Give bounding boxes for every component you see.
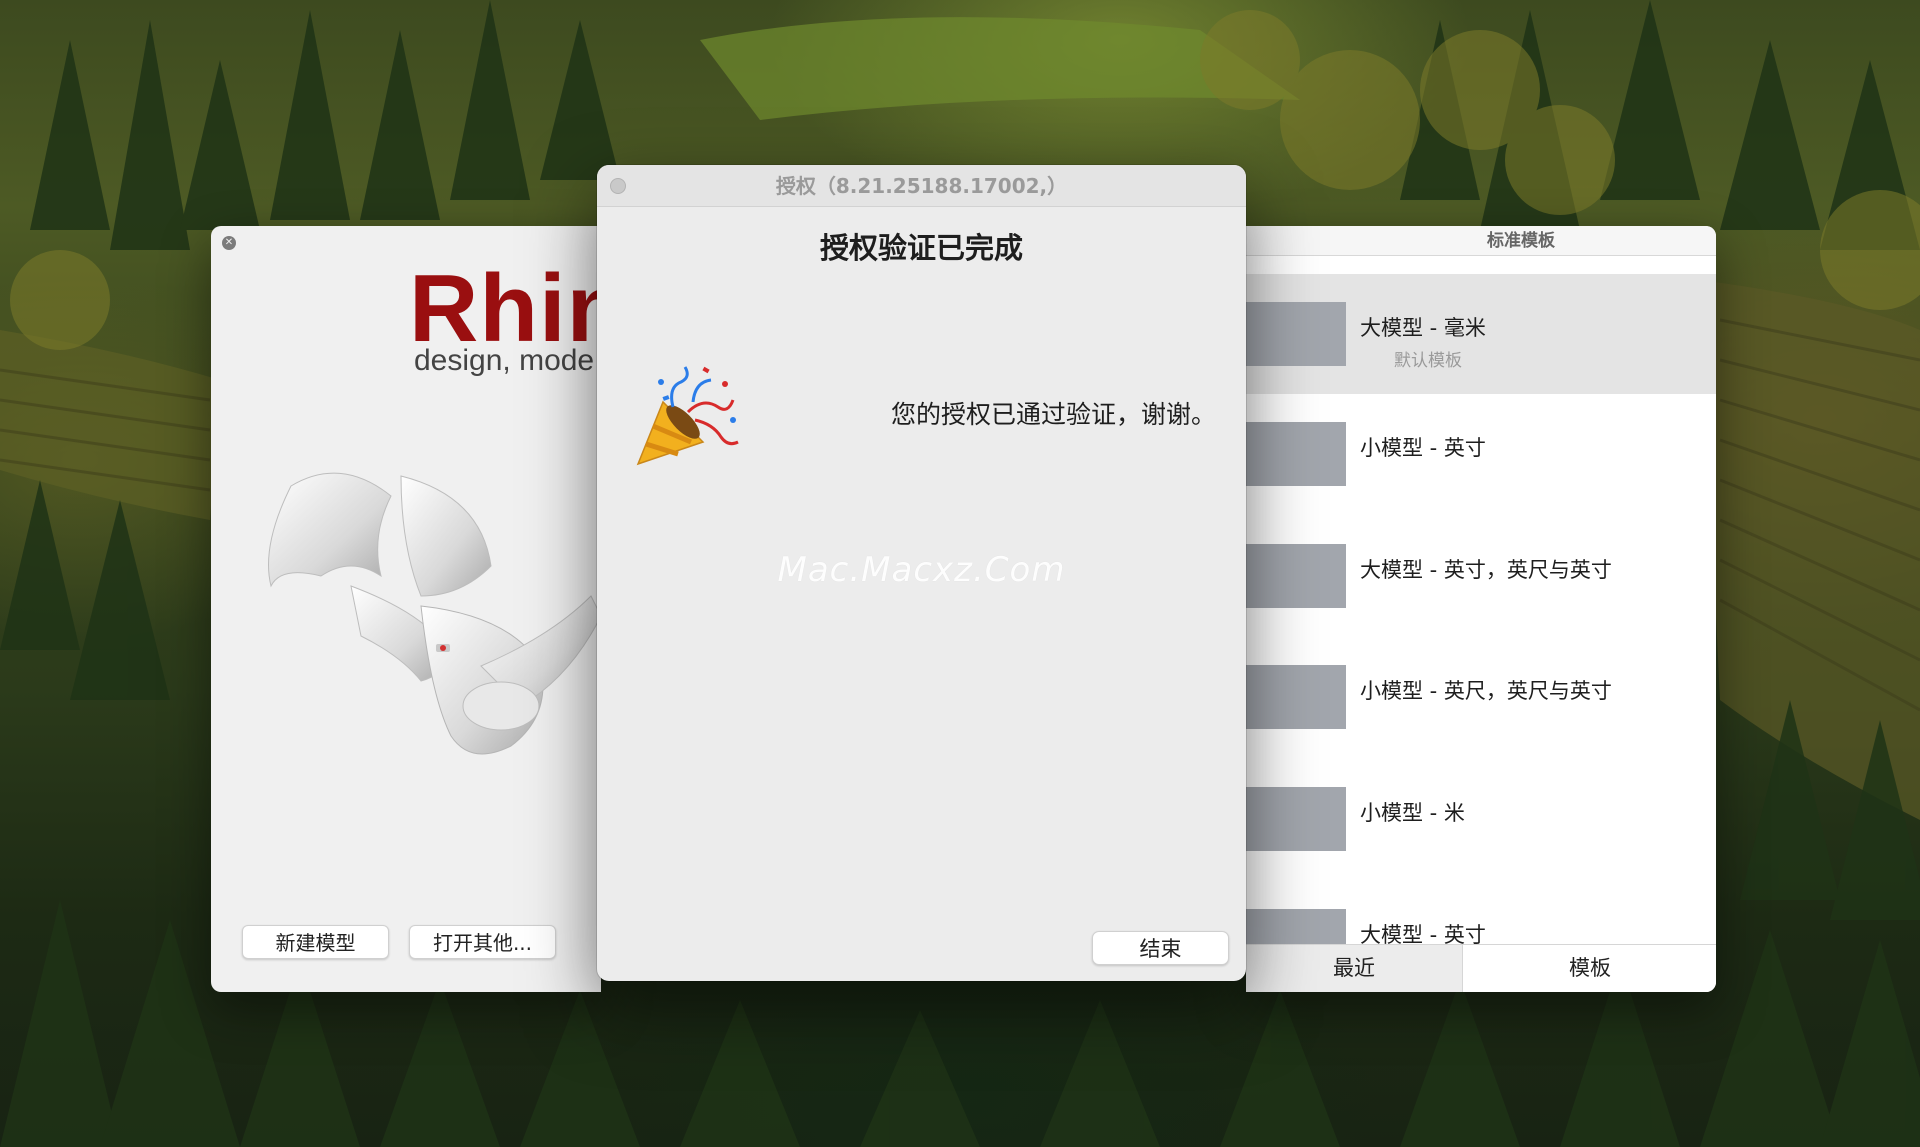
new-model-button[interactable]: 新建模型 xyxy=(242,925,389,959)
template-name: 大模型 - 毫米 xyxy=(1360,316,1486,340)
watermark-text: Mac.Macxz.Com xyxy=(777,550,1066,590)
open-other-button[interactable]: 打开其他... xyxy=(409,925,556,959)
template-name: 大模型 - 英寸，英尺与英寸 xyxy=(1360,558,1612,582)
template-item[interactable]: 大模型 - 英寸，英尺与英寸 xyxy=(1246,516,1716,636)
finish-button[interactable]: 结束 xyxy=(1092,931,1229,965)
template-thumbnail xyxy=(1246,422,1346,486)
template-thumbnail xyxy=(1246,302,1346,366)
template-name: 小模型 - 英尺，英尺与英寸 xyxy=(1360,679,1612,703)
template-item[interactable]: 小模型 - 英寸 xyxy=(1246,394,1716,514)
template-thumbnail xyxy=(1246,665,1346,729)
template-item[interactable]: 小模型 - 米 xyxy=(1246,759,1716,879)
template-name: 小模型 - 英寸 xyxy=(1360,436,1486,460)
template-item[interactable]: 小模型 - 英尺，英尺与英寸 xyxy=(1246,637,1716,757)
template-subtitle: 默认模板 xyxy=(1394,351,1462,371)
template-thumbnail xyxy=(1246,544,1346,608)
templates-tab-bar: 最近 模板 xyxy=(1246,944,1716,992)
dialog-heading: 授权验证已完成 xyxy=(819,231,1023,265)
party-popper-icon xyxy=(636,366,739,466)
tab-recent[interactable]: 最近 xyxy=(1246,945,1462,992)
template-name: 小模型 - 米 xyxy=(1360,801,1465,825)
dialog-title: 授权（8.21.25188.17002,） xyxy=(775,174,1068,198)
template-item[interactable]: 大模型 - 毫米 默认模板 xyxy=(1246,274,1716,394)
rhino-start-window: ✕ Rhin design, mode 新建模型 打开其他... xyxy=(211,226,601,992)
rhino-tagline: design, mode xyxy=(414,344,595,377)
license-dialog: 授权（8.21.25188.17002,） 授权验证已完成 您的授权已通过验证，… xyxy=(597,165,1246,981)
rhino-sculpture-icon xyxy=(268,472,601,755)
templates-panel: 标准模板 大模型 - 毫米 默认模板 小模型 - 英寸 大模型 - 英寸，英尺与… xyxy=(1246,226,1716,992)
tab-templates[interactable]: 模板 xyxy=(1462,945,1716,992)
close-icon[interactable]: ✕ xyxy=(222,236,236,250)
dialog-titlebar: 授权（8.21.25188.17002,） xyxy=(597,165,1246,207)
templates-header: 标准模板 xyxy=(1246,226,1716,256)
dialog-message: 您的授权已通过验证，谢谢。 xyxy=(890,400,1216,429)
template-thumbnail xyxy=(1246,787,1346,851)
